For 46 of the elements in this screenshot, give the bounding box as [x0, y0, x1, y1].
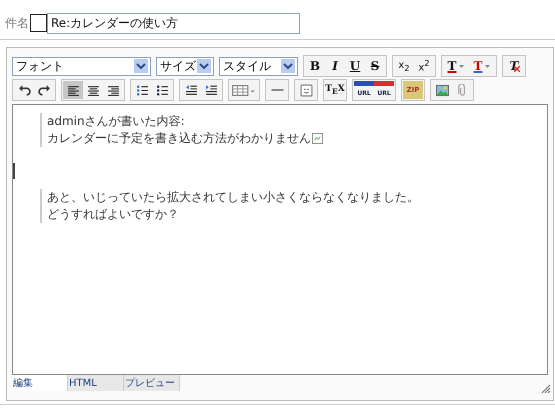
quote-text: どうすればよいですか？: [47, 206, 179, 223]
align-center-icon: [86, 84, 100, 96]
table-icon: [232, 84, 256, 96]
script-button[interactable]: x$^{2}$: [414, 57, 434, 75]
undo-icon: [18, 84, 30, 96]
chevron-down-icon: [134, 59, 148, 73]
outdent-icon: [184, 84, 198, 96]
caret-icon: [485, 64, 490, 68]
caret-icon: [459, 64, 464, 68]
underline-button[interactable]: U: [345, 57, 365, 75]
quote-text: カレンダーに予定を書き込む方法がわかりません: [47, 130, 311, 147]
removeformat-button[interactable]: T: [504, 57, 524, 75]
mode-tab[interactable]: 編集: [12, 375, 68, 391]
quote-text: あと、いじっていたら拡大されてしまい小さくならなくなりました。: [47, 189, 419, 206]
text-cursor: [13, 163, 15, 179]
quote-text: adminさんが書いた内容:: [47, 113, 185, 130]
mode-tab[interactable]: HTML: [68, 375, 124, 391]
blank-field[interactable]: [30, 14, 47, 32]
x-mark-icon: [514, 66, 520, 72]
indent-icon: [204, 84, 218, 96]
forecolor-button[interactable]: T: [443, 57, 469, 75]
numbered-list-icon: [136, 84, 148, 96]
align-left-button[interactable]: [63, 81, 83, 99]
backcolor-button[interactable]: T: [469, 57, 495, 75]
bold-button[interactable]: B: [305, 57, 325, 75]
subject-label: 件名: [5, 14, 29, 32]
subject-field[interactable]: Re:カレンダーの使い方: [47, 12, 300, 34]
dropdown[interactable]: フォント: [12, 56, 151, 76]
dropdown[interactable]: サイズ: [156, 56, 214, 76]
smiley-icon: [300, 84, 312, 96]
script-button[interactable]: x$_{2}$: [394, 57, 414, 75]
redo-icon: [38, 84, 50, 96]
italic-button[interactable]: I: [325, 57, 345, 75]
mode-tab[interactable]: プレビュー: [124, 375, 180, 391]
resize-grip-icon[interactable]: [539, 382, 551, 394]
chevron-down-icon: [197, 59, 211, 73]
dropdown[interactable]: スタイル: [219, 56, 298, 76]
chevron-down-icon: [281, 59, 295, 73]
align-right-icon: [106, 84, 120, 96]
horizontal-line-icon: [270, 89, 284, 91]
strike-button[interactable]: S: [365, 57, 385, 75]
image-icon: [436, 84, 448, 96]
tex-button[interactable]: T$_{E}$X: [325, 81, 345, 99]
bullet-list-icon: [156, 84, 168, 96]
align-left-icon: [66, 84, 80, 96]
editor-area[interactable]: adminさんが書いた内容: カレンダーに予定を書き込む方法がわかりません あと、いじっていたら拡大されてしまい小さくならなくなりました。 どうすればよいですか？: [12, 104, 548, 375]
